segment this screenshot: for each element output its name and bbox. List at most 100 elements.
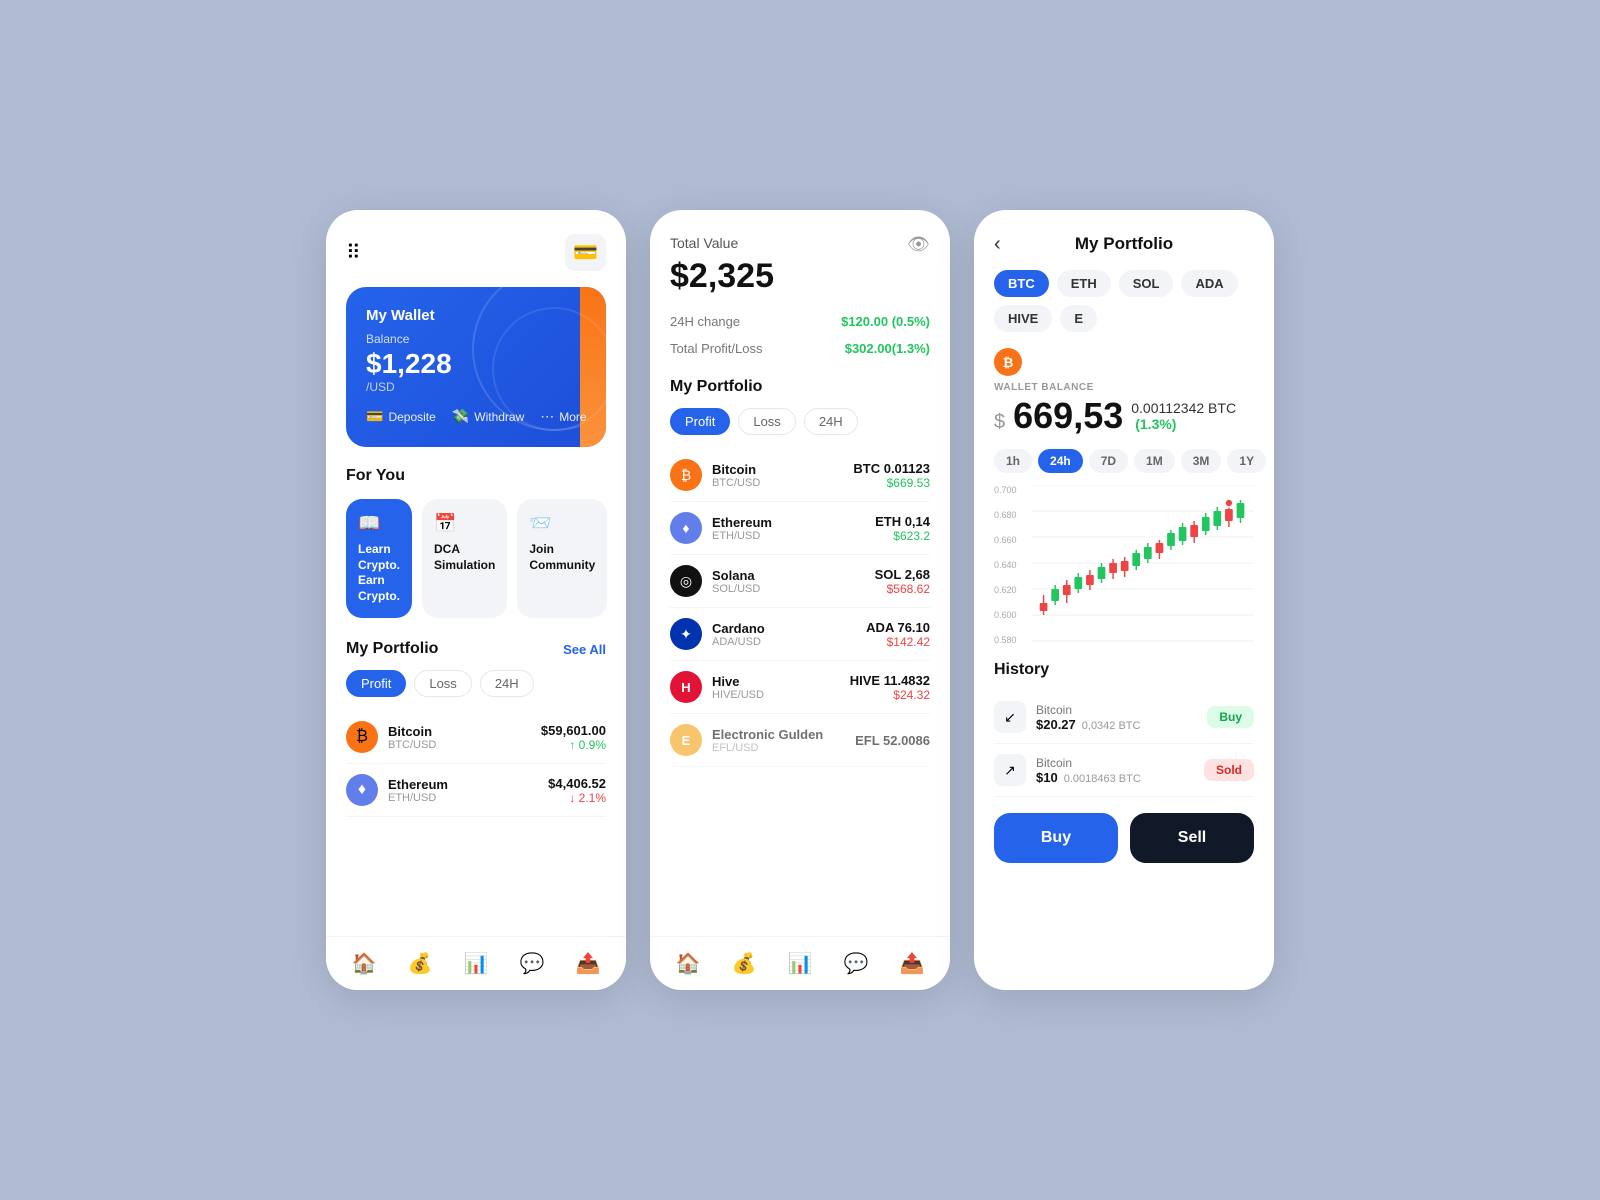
coin-tab-ada[interactable]: ADA xyxy=(1181,270,1237,297)
sell-button[interactable]: Sell xyxy=(1130,813,1254,863)
nav-wallet-2[interactable]: 💰 xyxy=(732,951,757,976)
chart-area: 0.700 0.680 0.660 0.640 0.620 0.600 0.58… xyxy=(994,485,1254,645)
coin-tab-sol[interactable]: SOL xyxy=(1119,270,1174,297)
wallet-card: My Wallet Balance $1,228 /USD 💳 Deposite… xyxy=(346,287,606,447)
nav-chart-1[interactable]: 📊 xyxy=(464,951,489,976)
s2-elc-row[interactable]: E Electronic Gulden EFL/USD EFL 52.0086 xyxy=(670,714,930,767)
top-bar-1: ⠿ 💳 xyxy=(346,234,606,271)
time-1m[interactable]: 1M xyxy=(1134,449,1175,473)
s2-btc-row[interactable]: ₿ Bitcoin BTC/USD BTC 0.01123 $669.53 xyxy=(670,449,930,502)
candlestick-chart xyxy=(1032,485,1254,645)
s2-hive-val: $24.32 xyxy=(850,688,930,702)
s2-btc-info: Bitcoin BTC/USD xyxy=(712,462,853,489)
s2-btc-pair: BTC/USD xyxy=(712,477,853,489)
wb-btc: 0.00112342 BTC xyxy=(1131,400,1236,416)
filter-loss-1[interactable]: Loss xyxy=(414,670,471,697)
s2-btc-logo: ₿ xyxy=(670,459,702,491)
s2-ada-amt: ADA 76.10 xyxy=(866,620,930,635)
see-all-btn[interactable]: See All xyxy=(563,642,606,657)
screen-3: ‹ My Portfolio BTC ETH SOL ADA HIVE E ₿ … xyxy=(974,210,1274,990)
coin-tab-btc[interactable]: BTC xyxy=(994,270,1049,297)
s2-eth-logo: ♦ xyxy=(670,512,702,544)
more-btn[interactable]: ⋯ More xyxy=(540,408,586,425)
history-row-2[interactable]: ↗ Bitcoin $10 0.0018463 BTC Sold xyxy=(994,744,1254,797)
nav-send-2[interactable]: 📤 xyxy=(900,951,925,976)
filter-24h-1[interactable]: 24H xyxy=(480,670,534,697)
coin-tab-e[interactable]: E xyxy=(1060,305,1097,332)
nav-chart-2[interactable]: 📊 xyxy=(788,951,813,976)
portfolio-title-1: My Portfolio xyxy=(346,640,438,658)
wallet-icon-btn[interactable]: 💳 xyxy=(565,234,606,271)
dca-card[interactable]: 📅 DCA Simulation xyxy=(422,499,507,618)
nav-send-1[interactable]: 📤 xyxy=(576,951,601,976)
s2-ada-row[interactable]: ✦ Cardano ADA/USD ADA 76.10 $142.42 xyxy=(670,608,930,661)
history-name-1: Bitcoin xyxy=(1036,703,1207,717)
history-row-1[interactable]: ↙ Bitcoin $20.27 0,0342 BTC Buy xyxy=(994,691,1254,744)
s2-24h-val: $120.00 (0.5%) xyxy=(841,314,930,329)
s2-hive-row[interactable]: H Hive HIVE/USD HIVE 11.4832 $24.32 xyxy=(670,661,930,714)
s2-elc-price: EFL 52.0086 xyxy=(855,733,930,748)
filter-loss-2[interactable]: Loss xyxy=(738,408,795,435)
s2-pnl-label: Total Profit/Loss xyxy=(670,341,763,356)
portfolio-title-2: My Portfolio xyxy=(670,378,762,396)
s2-hide-btn[interactable]: 👁 xyxy=(907,234,930,255)
bottom-nav-2: 🏠 💰 📊 💬 📤 xyxy=(650,936,950,990)
eth-price-1: $4,406.52 ↓ 2.1% xyxy=(548,776,606,805)
deposit-btn[interactable]: 💳 Deposite xyxy=(366,408,436,425)
btc-logo-1: ₿ xyxy=(346,721,378,753)
nav-home-2[interactable]: 🏠 xyxy=(676,951,701,976)
s2-ada-val: $142.42 xyxy=(866,635,930,649)
s2-eth-row[interactable]: ♦ Ethereum ETH/USD ETH 0,14 $623.2 xyxy=(670,502,930,555)
filter-tabs-2: Profit Loss 24H xyxy=(670,408,930,435)
coin-tab-hive[interactable]: HIVE xyxy=(994,305,1052,332)
s2-btc-price: BTC 0.01123 $669.53 xyxy=(853,461,930,490)
s2-eth-amt: ETH 0,14 xyxy=(875,514,930,529)
filter-24h-2[interactable]: 24H xyxy=(804,408,858,435)
eth-info-1: Ethereum ETH/USD xyxy=(388,777,548,804)
crypto-row-eth-1[interactable]: ♦ Ethereum ETH/USD $4,406.52 ↓ 2.1% xyxy=(346,764,606,817)
withdraw-btn[interactable]: 💸 Withdraw xyxy=(452,408,524,425)
s2-sol-row[interactable]: ◎ Solana SOL/USD SOL 2,68 $568.62 xyxy=(670,555,930,608)
wallet-title: My Wallet xyxy=(366,307,586,324)
dca-icon: 📅 xyxy=(434,513,456,534)
filter-profit-2[interactable]: Profit xyxy=(670,408,730,435)
wb-value: 669,53 xyxy=(1013,395,1123,437)
btc-price-val-1: $59,601.00 xyxy=(541,723,606,738)
buy-button[interactable]: Buy xyxy=(994,813,1118,863)
menu-icon[interactable]: ⠿ xyxy=(346,240,361,265)
history-badge-buy: Buy xyxy=(1207,706,1254,728)
community-label: Join Community xyxy=(529,542,595,573)
y-label-2: 0.680 xyxy=(994,510,1030,520)
coin-tab-eth[interactable]: ETH xyxy=(1057,270,1111,297)
nav-chat-2[interactable]: 💬 xyxy=(844,951,869,976)
nav-home-1[interactable]: 🏠 xyxy=(352,951,377,976)
btc-price-1: $59,601.00 ↑ 0.9% xyxy=(541,723,606,752)
time-3m[interactable]: 3M xyxy=(1181,449,1222,473)
btc-info-1: Bitcoin BTC/USD xyxy=(388,724,541,751)
s2-btc-val: $669.53 xyxy=(853,476,930,490)
time-1y[interactable]: 1Y xyxy=(1227,449,1266,473)
eth-change-1: ↓ 2.1% xyxy=(548,791,606,805)
community-card[interactable]: 📨 Join Community xyxy=(517,499,607,618)
s2-btc-amt: BTC 0.01123 xyxy=(853,461,930,476)
time-1h[interactable]: 1h xyxy=(994,449,1032,473)
nav-wallet-1[interactable]: 💰 xyxy=(408,951,433,976)
s2-sol-logo: ◎ xyxy=(670,565,702,597)
history-amount-1: $20.27 xyxy=(1036,717,1076,732)
s2-24h-row: 24H change $120.00 (0.5%) xyxy=(670,308,930,335)
learn-crypto-card[interactable]: 📖 Learn Crypto. Earn Crypto. xyxy=(346,499,412,618)
s2-hive-price: HIVE 11.4832 $24.32 xyxy=(850,673,930,702)
dca-label: DCA Simulation xyxy=(434,542,495,573)
y-label-6: 0.600 xyxy=(994,610,1030,620)
time-7d[interactable]: 7D xyxy=(1089,449,1128,473)
nav-chat-1[interactable]: 💬 xyxy=(520,951,545,976)
filter-profit-1[interactable]: Profit xyxy=(346,670,406,697)
bottom-nav-1: 🏠 💰 📊 💬 📤 xyxy=(326,936,626,990)
time-24h[interactable]: 24h xyxy=(1038,449,1083,473)
history-section: History ↙ Bitcoin $20.27 0,0342 BTC Buy … xyxy=(994,661,1254,797)
coin-tabs: BTC ETH SOL ADA HIVE E xyxy=(994,270,1254,332)
s2-eth-info: Ethereum ETH/USD xyxy=(712,515,875,542)
crypto-row-btc-1[interactable]: ₿ Bitcoin BTC/USD $59,601.00 ↑ 0.9% xyxy=(346,711,606,764)
s3-title: My Portfolio xyxy=(1075,234,1173,254)
back-btn[interactable]: ‹ xyxy=(994,233,1001,256)
